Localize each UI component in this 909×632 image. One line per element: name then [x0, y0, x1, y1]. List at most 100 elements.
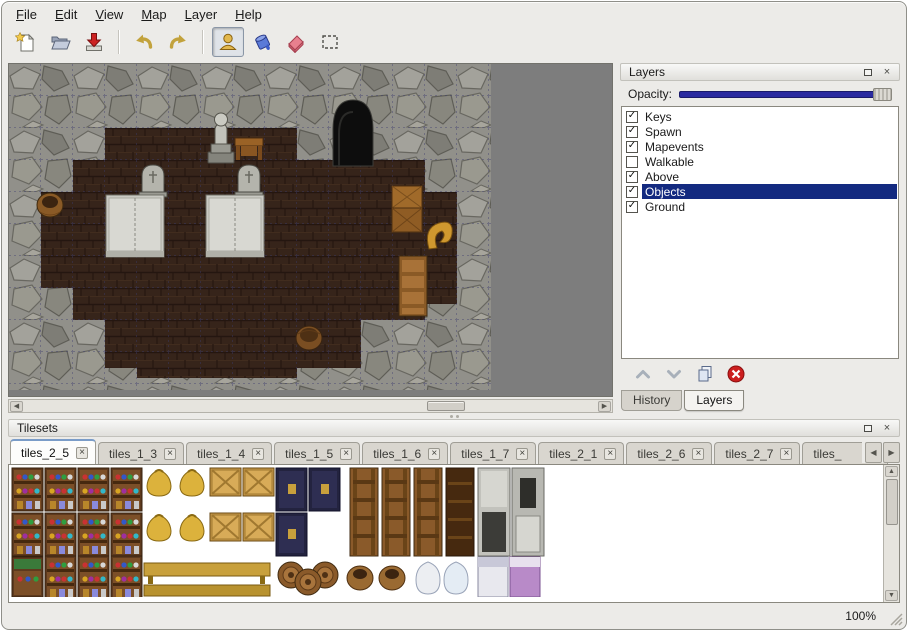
layer-row[interactable]: ✓ Mapevents — [623, 139, 897, 154]
crates-object — [392, 186, 422, 232]
tileset-tab[interactable]: tiles_2_6 × — [626, 442, 712, 464]
map-canvas[interactable] — [8, 63, 613, 397]
tileset-tab[interactable]: tiles_2_1 × — [538, 442, 624, 464]
close-tab-icon[interactable]: × — [780, 448, 792, 460]
tileset-tab[interactable]: tiles_2_7 × — [714, 442, 800, 464]
tab-layers[interactable]: Layers — [684, 390, 744, 411]
tileset-vscroll-thumb[interactable] — [886, 479, 898, 525]
layer-visibility-checkbox[interactable]: ✓ — [626, 111, 638, 123]
open-button[interactable] — [44, 27, 76, 57]
tileset-tab-label: tiles_1_3 — [109, 447, 157, 461]
close-tab-icon[interactable]: × — [340, 448, 352, 460]
map-hscroll-thumb[interactable] — [427, 401, 465, 411]
new-file-button[interactable] — [10, 27, 42, 57]
close-tab-icon[interactable]: × — [428, 448, 440, 460]
menu-help[interactable]: Help — [235, 7, 262, 22]
layer-visibility-checkbox[interactable]: ✓ — [626, 171, 638, 183]
map-horizontal-scrollbar[interactable]: ◀ ▶ — [8, 399, 613, 413]
layer-name: Keys — [642, 109, 897, 124]
resize-grip[interactable] — [890, 613, 903, 626]
check-icon: ✓ — [628, 171, 636, 181]
tileset-image — [10, 466, 878, 597]
tab-history[interactable]: History — [621, 390, 682, 411]
redo-icon — [167, 31, 189, 53]
layer-row[interactable]: ✓ Above — [623, 169, 897, 184]
stamp-tool-button[interactable] — [212, 27, 244, 57]
tileset-tab[interactable]: tiles_1_5 × — [274, 442, 360, 464]
undo-button[interactable] — [128, 27, 160, 57]
redo-button[interactable] — [162, 27, 194, 57]
tileset-tab[interactable]: tiles_1_7 × — [450, 442, 536, 464]
layer-row[interactable]: ✓ Spawn — [623, 124, 897, 139]
status-bar: 100% — [2, 603, 906, 629]
opacity-slider-track[interactable] — [679, 91, 892, 98]
tileset-tab[interactable]: tiles_1_4 × — [186, 442, 272, 464]
close-tab-icon[interactable]: × — [516, 448, 528, 460]
tileset-tab[interactable]: tiles_2_5 × — [10, 439, 96, 464]
eraser-tool-button[interactable] — [280, 27, 312, 57]
tileset-tab[interactable]: tiles_1_3 × — [98, 442, 184, 464]
float-icon — [864, 425, 872, 432]
layers-panel: Layers × Opacity: ✓ Keys ✓ Spawn — [620, 63, 900, 413]
scroll-down-icon[interactable]: ▼ — [885, 590, 898, 601]
zoom-level: 100% — [845, 609, 876, 623]
check-icon: ✓ — [628, 201, 636, 211]
scroll-up-icon[interactable]: ▲ — [885, 466, 898, 477]
layer-visibility-checkbox[interactable]: ✓ — [626, 141, 638, 153]
tileset-tab[interactable]: tiles_1_6 × — [362, 442, 448, 464]
layer-visibility-checkbox[interactable]: ✓ — [626, 201, 638, 213]
tab-scrollers: ◀ ▶ — [862, 442, 900, 463]
fill-tool-icon — [251, 31, 273, 53]
close-tab-icon[interactable]: × — [164, 448, 176, 460]
layer-row[interactable]: ✓ Objects — [623, 184, 897, 199]
opacity-slider-handle[interactable] — [873, 88, 892, 101]
opacity-label: Opacity: — [628, 87, 672, 101]
layer-row[interactable]: ✓ Walkable — [623, 154, 897, 169]
menu-layer[interactable]: Layer — [185, 7, 218, 22]
tileset-tab-label: tiles_2_6 — [637, 447, 685, 461]
close-panel-button[interactable]: × — [879, 65, 895, 79]
close-panel-button[interactable]: × — [879, 421, 895, 435]
tileset-vertical-scrollbar[interactable]: ▲ ▼ — [883, 465, 899, 602]
tab-scroll-right-button[interactable]: ▶ — [883, 442, 900, 463]
menu-map[interactable]: Map — [141, 7, 166, 22]
delete-layer-button[interactable] — [725, 364, 747, 384]
tileset-tab-label: tiles_1_4 — [197, 447, 245, 461]
layer-visibility-checkbox[interactable]: ✓ — [626, 156, 638, 168]
move-layer-up-button[interactable] — [632, 364, 654, 384]
float-panel-button[interactable] — [860, 421, 876, 435]
select-tool-button[interactable] — [314, 27, 346, 57]
opacity-slider[interactable] — [679, 88, 892, 101]
layer-name: Objects — [642, 184, 897, 199]
menu-view[interactable]: View — [95, 7, 123, 22]
layer-visibility-checkbox[interactable]: ✓ — [626, 126, 638, 138]
scroll-right-icon[interactable]: ▶ — [598, 401, 611, 412]
close-tab-icon[interactable]: × — [252, 448, 264, 460]
layers-panel-title: Layers — [629, 65, 857, 79]
layer-row[interactable]: ✓ Keys — [623, 109, 897, 124]
duplicate-layer-button[interactable] — [694, 364, 716, 384]
tab-scroll-left-button[interactable]: ◀ — [865, 442, 882, 463]
save-button[interactable] — [78, 27, 110, 57]
close-tab-icon[interactable]: × — [76, 447, 88, 459]
move-layer-down-button[interactable] — [663, 364, 685, 384]
menu-file[interactable]: File — [16, 7, 37, 22]
layer-row[interactable]: ✓ Ground — [623, 199, 897, 214]
scroll-left-icon[interactable]: ◀ — [10, 401, 23, 412]
menu-edit[interactable]: Edit — [55, 7, 77, 22]
cabinet-object — [399, 256, 427, 316]
close-tab-icon[interactable]: × — [604, 448, 616, 460]
opacity-row: Opacity: — [620, 81, 900, 106]
tileset-canvas[interactable]: ▲ ▼ — [8, 464, 900, 603]
cave-entrance — [333, 100, 373, 166]
menu-bar: File Edit View Map Layer Help — [2, 2, 906, 25]
layer-list: ✓ Keys ✓ Spawn ✓ Mapevents ✓ Walkable ✓ — [621, 106, 899, 359]
close-tab-icon[interactable]: × — [692, 448, 704, 460]
tileset-tab-bar: tiles_2_5 × tiles_1_3 × tiles_1_4 × tile… — [8, 437, 900, 464]
layer-name: Spawn — [642, 124, 897, 139]
float-panel-button[interactable] — [860, 65, 876, 79]
layer-visibility-checkbox[interactable]: ✓ — [626, 186, 638, 198]
fill-tool-button[interactable] — [246, 27, 278, 57]
delete-layer-icon — [725, 364, 747, 384]
gravestone-object — [139, 165, 167, 197]
